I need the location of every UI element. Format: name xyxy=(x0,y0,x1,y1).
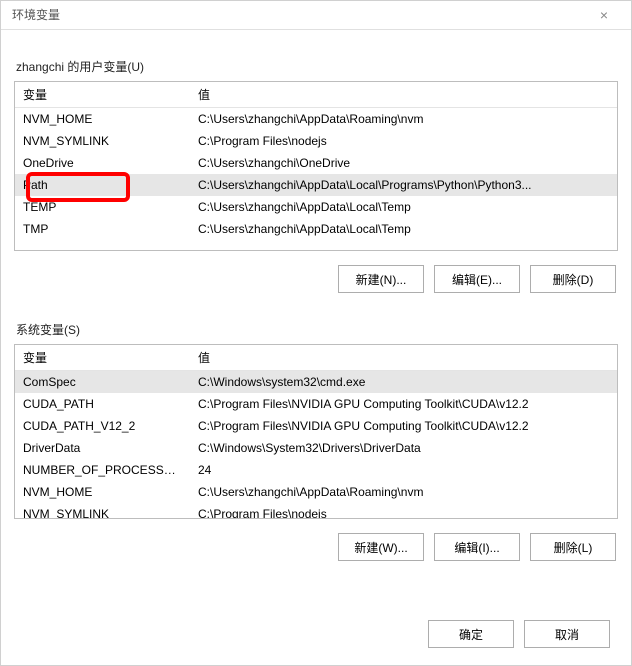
table-row[interactable]: NVM_HOMEC:\Users\zhangchi\AppData\Roamin… xyxy=(15,481,617,503)
table-row[interactable]: CUDA_PATHC:\Program Files\NVIDIA GPU Com… xyxy=(15,393,617,415)
table-row[interactable]: NUMBER_OF_PROCESSORS24 xyxy=(15,459,617,481)
table-row[interactable]: NVM_SYMLINKC:\Program Files\nodejs xyxy=(15,130,617,152)
system-new-button[interactable]: 新建(W)... xyxy=(338,533,424,561)
system-edit-button[interactable]: 编辑(I)... xyxy=(434,533,520,561)
var-name-cell: NVM_HOME xyxy=(15,481,190,503)
user-vars-table: 变量 值 NVM_HOMEC:\Users\zhangchi\AppData\R… xyxy=(15,82,617,240)
var-name-cell: NUMBER_OF_PROCESSORS xyxy=(15,459,190,481)
user-vars-listbox[interactable]: 变量 值 NVM_HOMEC:\Users\zhangchi\AppData\R… xyxy=(14,81,618,251)
var-name-cell: DriverData xyxy=(15,437,190,459)
var-value-cell: C:\Program Files\NVIDIA GPU Computing To… xyxy=(190,415,617,437)
table-row[interactable]: ComSpecC:\Windows\system32\cmd.exe xyxy=(15,371,617,393)
var-value-cell: C:\Users\zhangchi\AppData\Local\Temp xyxy=(190,218,617,240)
system-button-row: 新建(W)... 编辑(I)... 删除(L) xyxy=(14,533,618,561)
var-name-cell: CUDA_PATH_V12_2 xyxy=(15,415,190,437)
table-row[interactable]: TMPC:\Users\zhangchi\AppData\Local\Temp xyxy=(15,218,617,240)
user-col-name[interactable]: 变量 xyxy=(15,82,190,108)
var-value-cell: C:\Windows\system32\cmd.exe xyxy=(190,371,617,393)
system-col-name[interactable]: 变量 xyxy=(15,345,190,371)
var-value-cell: C:\Users\zhangchi\AppData\Roaming\nvm xyxy=(190,108,617,130)
user-new-button[interactable]: 新建(N)... xyxy=(338,265,424,293)
user-vars-group: zhangchi 的用户变量(U) 变量 值 NVM_HOMEC:\Users\… xyxy=(14,58,618,293)
cancel-button[interactable]: 取消 xyxy=(524,620,610,648)
var-name-cell: OneDrive xyxy=(15,152,190,174)
var-name-cell: ComSpec xyxy=(15,371,190,393)
var-name-cell: Path xyxy=(15,174,190,196)
var-value-cell: C:\Users\zhangchi\AppData\Local\Programs… xyxy=(190,174,617,196)
var-name-cell: NVM_SYMLINK xyxy=(15,503,190,519)
var-value-cell: 24 xyxy=(190,459,617,481)
table-row[interactable]: PathC:\Users\zhangchi\AppData\Local\Prog… xyxy=(15,174,617,196)
table-row[interactable]: TEMPC:\Users\zhangchi\AppData\Local\Temp xyxy=(15,196,617,218)
user-col-value[interactable]: 值 xyxy=(190,82,617,108)
system-vars-listbox[interactable]: 变量 值 ComSpecC:\Windows\system32\cmd.exeC… xyxy=(14,344,618,519)
var-value-cell: C:\Users\zhangchi\OneDrive xyxy=(190,152,617,174)
var-value-cell: C:\Windows\System32\Drivers\DriverData xyxy=(190,437,617,459)
user-vars-label: zhangchi 的用户变量(U) xyxy=(14,58,618,75)
var-name-cell: TEMP xyxy=(15,196,190,218)
table-row[interactable]: NVM_SYMLINKC:\Program Files\nodejs xyxy=(15,503,617,519)
system-vars-table: 变量 值 ComSpecC:\Windows\system32\cmd.exeC… xyxy=(15,345,617,518)
system-vars-label: 系统变量(S) xyxy=(14,321,618,338)
table-row[interactable]: OneDriveC:\Users\zhangchi\OneDrive xyxy=(15,152,617,174)
var-name-cell: TMP xyxy=(15,218,190,240)
var-value-cell: C:\Users\zhangchi\AppData\Roaming\nvm xyxy=(190,481,617,503)
user-edit-button[interactable]: 编辑(E)... xyxy=(434,265,520,293)
var-value-cell: C:\Users\zhangchi\AppData\Local\Temp xyxy=(190,196,617,218)
ok-button[interactable]: 确定 xyxy=(428,620,514,648)
table-row[interactable]: CUDA_PATH_V12_2C:\Program Files\NVIDIA G… xyxy=(15,415,617,437)
var-name-cell: CUDA_PATH xyxy=(15,393,190,415)
var-value-cell: C:\Program Files\nodejs xyxy=(190,130,617,152)
dialog-button-row: 确定 取消 xyxy=(428,620,610,648)
table-row[interactable]: DriverDataC:\Windows\System32\Drivers\Dr… xyxy=(15,437,617,459)
system-vars-group: 系统变量(S) 变量 值 ComSpecC:\Windows\system32\… xyxy=(14,321,618,561)
system-delete-button[interactable]: 删除(L) xyxy=(530,533,616,561)
dialog-content: zhangchi 的用户变量(U) 变量 值 NVM_HOMEC:\Users\… xyxy=(0,30,632,571)
user-delete-button[interactable]: 删除(D) xyxy=(530,265,616,293)
var-value-cell: C:\Program Files\nodejs xyxy=(190,503,617,519)
titlebar: 环境变量 × xyxy=(0,0,632,30)
table-row[interactable]: NVM_HOMEC:\Users\zhangchi\AppData\Roamin… xyxy=(15,108,617,130)
var-name-cell: NVM_HOME xyxy=(15,108,190,130)
var-name-cell: NVM_SYMLINK xyxy=(15,130,190,152)
var-value-cell: C:\Program Files\NVIDIA GPU Computing To… xyxy=(190,393,617,415)
close-icon[interactable]: × xyxy=(584,0,624,30)
window-title: 环境变量 xyxy=(8,6,584,23)
user-button-row: 新建(N)... 编辑(E)... 删除(D) xyxy=(14,265,618,293)
system-col-value[interactable]: 值 xyxy=(190,345,617,371)
